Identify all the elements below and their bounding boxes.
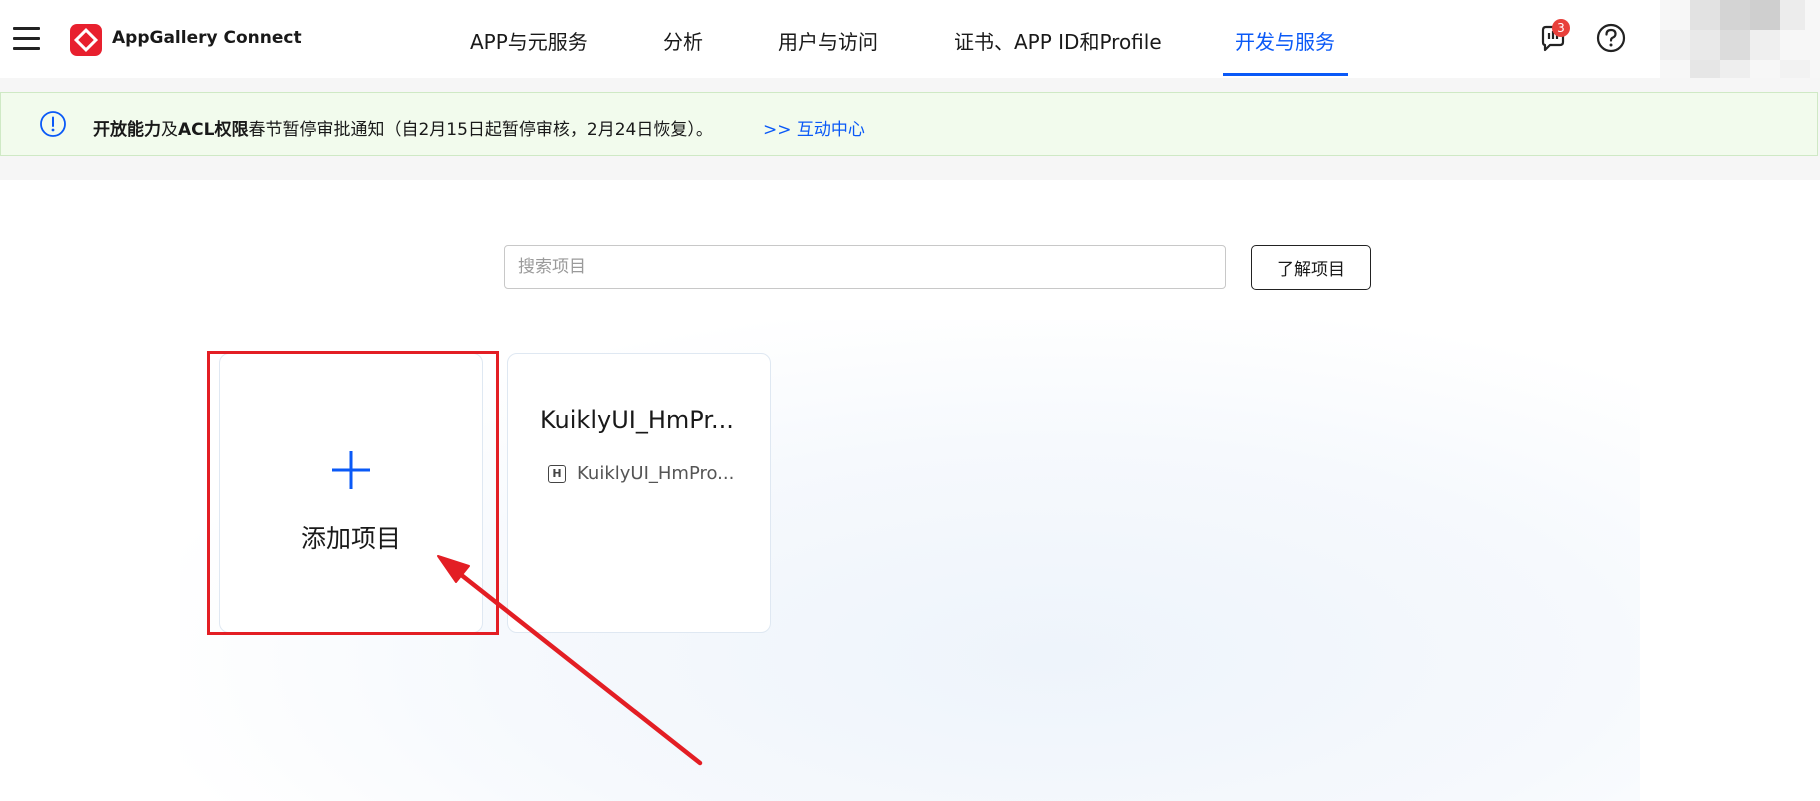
top-header: AppGallery Connect APP与元服务 分析 用户与访问 证书、A… <box>0 0 1650 79</box>
appgallery-logo-icon <box>70 24 102 56</box>
project-card[interactable]: KuiklyUI_HmPr... H KuiklyUI_HmPro... <box>507 353 771 633</box>
interaction-center-link[interactable]: >> 互动中心 <box>763 115 865 140</box>
tab-analytics[interactable]: 分析 <box>663 26 703 55</box>
active-tab-indicator <box>1223 73 1348 76</box>
learn-project-button[interactable]: 了解项目 <box>1251 245 1371 290</box>
tab-app-services[interactable]: APP与元服务 <box>470 26 588 55</box>
help-icon[interactable] <box>1595 22 1627 54</box>
notice-banner: 开放能力及ACL权限春节暂停审批通知（自2月15日起暂停审核，2月24日恢复）。… <box>0 92 1818 156</box>
info-icon <box>39 110 67 138</box>
notice-text: 开放能力及ACL权限春节暂停审批通知（自2月15日起暂停审核，2月24日恢复）。 <box>93 120 713 140</box>
add-project-label: 添加项目 <box>300 524 401 553</box>
tab-develop-services[interactable]: 开发与服务 <box>1235 26 1335 55</box>
notification-badge: 3 <box>1552 19 1570 37</box>
plus-icon <box>330 449 372 491</box>
project-app-name: KuiklyUI_HmPro... <box>577 463 735 484</box>
search-input[interactable] <box>504 245 1226 289</box>
project-name: KuiklyUI_HmPr... <box>540 406 734 434</box>
logo-text[interactable]: AppGallery Connect <box>112 28 302 48</box>
add-project-card[interactable]: 添加项目 <box>219 353 483 633</box>
menu-icon[interactable] <box>13 27 40 51</box>
tab-users-access[interactable]: 用户与访问 <box>778 26 878 55</box>
tab-certificates[interactable]: 证书、APP ID和Profile <box>954 26 1162 55</box>
harmony-app-icon: H <box>548 465 566 483</box>
